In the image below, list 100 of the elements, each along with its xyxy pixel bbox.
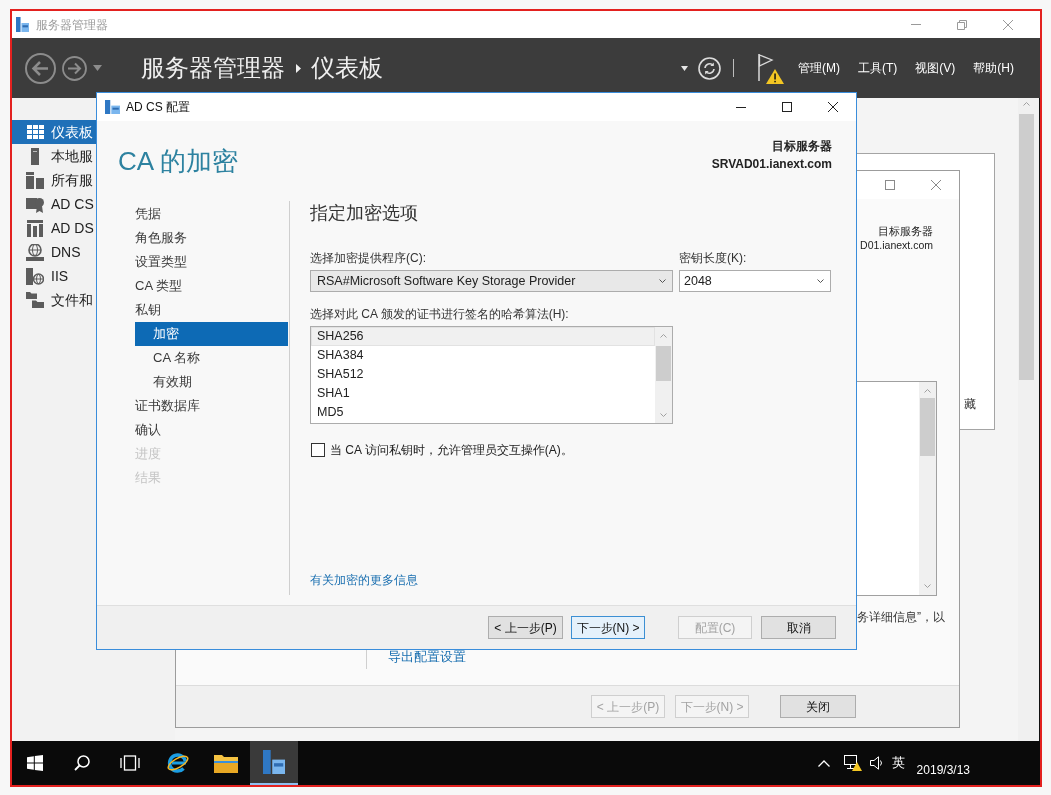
flag-warning-icon: [756, 52, 784, 84]
chevron-down-icon: [659, 279, 666, 283]
server-manager-icon: [16, 17, 29, 32]
result-text: 务详细信息”，以: [857, 610, 945, 624]
breadcrumb-item[interactable]: 仪表板: [311, 53, 383, 83]
close-icon: [828, 102, 838, 112]
nav-item[interactable]: 凭据: [135, 202, 288, 226]
menu-item[interactable]: 帮助(H): [973, 59, 1014, 77]
nav-item[interactable]: 证书数据库: [135, 394, 288, 418]
field-label: 选择对此 CA 颁发的证书进行签名的哈希算法(H):: [310, 306, 570, 322]
scroll-up-icon: [1023, 102, 1030, 106]
servers-icon: [26, 171, 44, 189]
notifications-button[interactable]: [756, 52, 784, 84]
hide-link[interactable]: 藏: [964, 397, 976, 411]
scrollbar-thumb[interactable]: [1019, 114, 1034, 380]
caret-down-icon: [93, 65, 102, 71]
field-label: 选择加密提供程序(C):: [310, 250, 427, 266]
checkbox[interactable]: [311, 443, 325, 457]
input-method-button[interactable]: 英: [891, 753, 905, 773]
nav-item[interactable]: 加密: [135, 322, 288, 346]
scrollbar[interactable]: [1018, 98, 1035, 741]
dialog-button[interactable]: 下一步(N) >: [571, 616, 645, 639]
target-server-label: 目标服务器: [878, 224, 933, 238]
key-length-dropdown[interactable]: 2048: [679, 270, 831, 292]
globe-server-icon: [26, 243, 44, 261]
server-icon: [31, 147, 39, 165]
hash-list[interactable]: SHA256 SHA384 SHA512 SHA1 MD5: [310, 326, 673, 424]
dialog-button[interactable]: 取消: [761, 616, 836, 639]
show-hidden-icons-button[interactable]: [817, 759, 830, 767]
list-option[interactable]: MD5: [311, 403, 655, 422]
target-server-label: 目标服务器: [772, 138, 832, 155]
page-heading: CA 的加密: [118, 145, 238, 178]
notifications-dropdown[interactable]: [681, 65, 688, 71]
nav-item[interactable]: 有效期: [135, 370, 288, 394]
target-server-name: SRVAD01.ianext.com: [711, 156, 832, 173]
minimize-icon: [911, 24, 921, 25]
field-label: 密钥长度(K):: [679, 250, 748, 266]
browser-icon: [166, 751, 190, 775]
grid-icon: [26, 125, 44, 139]
menu-item[interactable]: 工具(T): [858, 59, 898, 77]
scrollbar[interactable]: [655, 327, 672, 423]
forward-button[interactable]: [62, 55, 87, 81]
chevron-up-icon: [817, 759, 830, 767]
dialog-button[interactable]: 关闭: [780, 695, 856, 718]
back-button[interactable]: [25, 52, 56, 84]
more-info-link[interactable]: 有关加密的更多信息: [310, 572, 418, 588]
network-button[interactable]: [843, 755, 862, 771]
scroll-down-icon: [924, 584, 931, 588]
window-title: 服务器管理器: [36, 16, 108, 34]
dialog-title: AD CS 配置: [126, 99, 190, 116]
list-option[interactable]: SHA256: [311, 327, 655, 346]
menu-item[interactable]: 管理(M): [798, 59, 840, 77]
speaker-icon: [869, 756, 884, 770]
checkbox-label: 当 CA 访问私钥时，允许管理员交互操作(A)。: [330, 442, 573, 459]
building-icon: [27, 219, 43, 237]
section-title: 指定加密选项: [310, 202, 419, 225]
chevron-down-icon: [817, 279, 824, 283]
caret-right-icon: [296, 63, 301, 73]
search-icon: [74, 755, 90, 771]
server-manager-icon: [105, 100, 120, 114]
folders-icon: [26, 292, 44, 308]
breadcrumb-item[interactable]: 服务器管理器: [141, 53, 285, 83]
minimize-icon: [736, 106, 746, 108]
volume-button[interactable]: [869, 756, 884, 770]
certificate-server-icon: [26, 195, 44, 213]
task-view-icon: [120, 755, 140, 771]
restore-icon: [957, 19, 967, 30]
target-server-name: D01.ianext.com: [860, 238, 933, 252]
network-warning-icon: [843, 755, 862, 771]
taskbar-app[interactable]: [250, 741, 298, 785]
maximize-icon: [885, 180, 895, 190]
scrollbar-thumb[interactable]: [656, 346, 671, 381]
nav-item[interactable]: 确认: [135, 418, 288, 442]
scrollbar[interactable]: [919, 382, 936, 595]
close-icon: [931, 180, 941, 190]
folder-icon: [214, 753, 238, 773]
windows-logo-icon: [27, 755, 43, 771]
server-manager-icon: [263, 750, 285, 774]
list-option[interactable]: SHA512: [311, 365, 655, 384]
provider-dropdown[interactable]: RSA#Microsoft Software Key Storage Provider: [310, 270, 673, 292]
server-globe-icon: [26, 267, 44, 285]
refresh-button[interactable]: [698, 56, 721, 80]
list-option[interactable]: SHA1: [311, 384, 655, 403]
scroll-up-icon: [660, 334, 667, 338]
nav-item[interactable]: 设置类型: [135, 250, 288, 274]
nav-item[interactable]: 私钥: [135, 298, 288, 322]
list-option[interactable]: SHA384: [311, 346, 655, 365]
caret-down-icon: [681, 65, 688, 71]
refresh-icon: [698, 56, 721, 80]
scrollbar-thumb[interactable]: [920, 398, 935, 456]
history-dropdown[interactable]: [93, 65, 102, 71]
export-settings-link[interactable]: 导出配置设置: [388, 650, 466, 664]
nav-item[interactable]: 角色服务: [135, 226, 288, 250]
dialog-button[interactable]: < 上一步(P): [488, 616, 563, 639]
nav-item[interactable]: CA 名称: [135, 346, 288, 370]
scroll-up-icon: [924, 389, 931, 393]
close-icon: [1003, 19, 1013, 30]
nav-item[interactable]: CA 类型: [135, 274, 288, 298]
menu-item[interactable]: 视图(V): [915, 59, 956, 77]
clock-date[interactable]: 2019/3/13: [916, 761, 970, 779]
